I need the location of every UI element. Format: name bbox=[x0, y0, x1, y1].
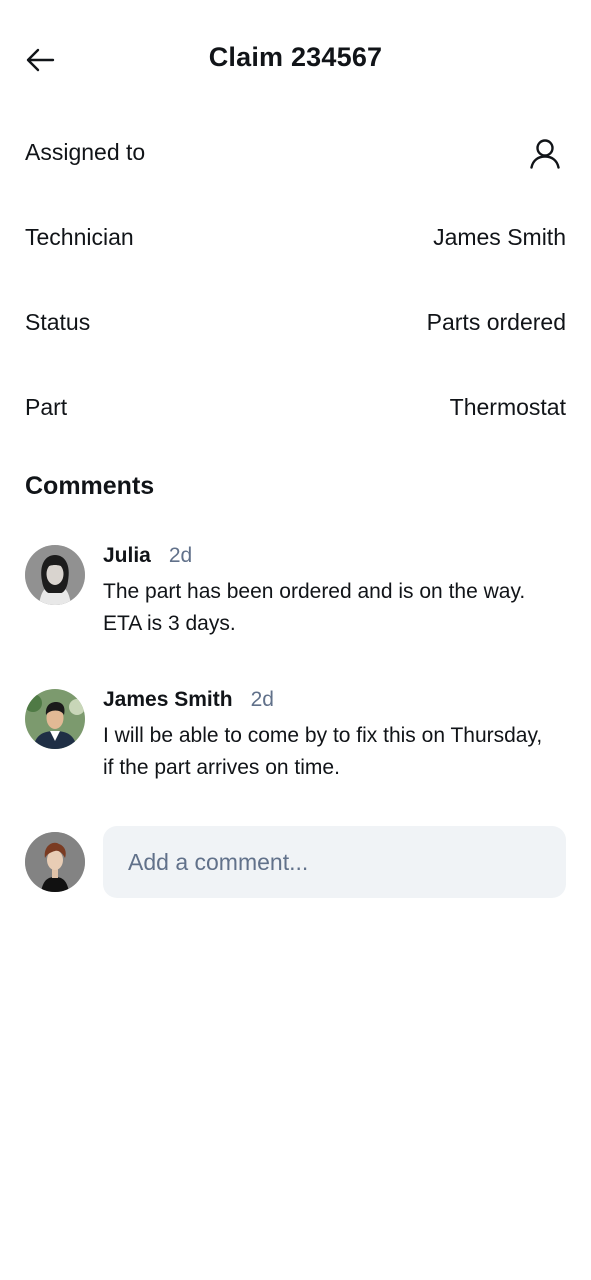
page-title: Claim 234567 bbox=[208, 42, 383, 72]
comment-time: 2d bbox=[250, 688, 274, 711]
claim-details: Assigned to Technician James Smith Statu… bbox=[25, 110, 566, 450]
comment-body: Julia 2d The part has been ordered and i… bbox=[103, 544, 566, 640]
detail-value: Parts ordered bbox=[426, 309, 566, 335]
comment-item: Julia 2d The part has been ordered and i… bbox=[25, 544, 566, 640]
comment-author[interactable]: Julia bbox=[103, 544, 151, 568]
comment-item: James Smith 2d I will be able to come by… bbox=[25, 688, 566, 784]
detail-value: Thermostat bbox=[449, 394, 566, 420]
comment-text: I will be able to come by to fix this on… bbox=[103, 720, 566, 784]
detail-label: Technician bbox=[25, 224, 134, 250]
avatar[interactable] bbox=[25, 689, 85, 749]
comment-header: James Smith 2d bbox=[103, 688, 566, 718]
comment-text: The part has been ordered and is on the … bbox=[103, 576, 566, 640]
avatar[interactable] bbox=[25, 545, 85, 605]
header: Claim 234567 bbox=[0, 0, 591, 118]
comment-time: 2d bbox=[168, 544, 193, 567]
comment-text-line: ETA is 3 days. bbox=[103, 612, 236, 635]
assign-user-button[interactable] bbox=[527, 135, 563, 171]
detail-row-part: Part Thermostat bbox=[25, 365, 566, 450]
detail-row-technician: Technician James Smith bbox=[25, 195, 566, 280]
comment-input[interactable] bbox=[103, 826, 566, 898]
detail-value: James Smith bbox=[433, 224, 566, 250]
detail-row-status: Status Parts ordered bbox=[25, 280, 566, 365]
current-user-avatar[interactable] bbox=[25, 832, 85, 892]
detail-label: Status bbox=[25, 309, 91, 335]
comment-text-line: if the part arrives on time. bbox=[103, 756, 340, 779]
user-icon bbox=[530, 138, 560, 169]
comment-author[interactable]: James Smith bbox=[103, 688, 233, 712]
comments-heading: Comments bbox=[25, 472, 155, 500]
comment-body: James Smith 2d I will be able to come by… bbox=[103, 688, 566, 784]
detail-label: Part bbox=[25, 394, 68, 420]
detail-row-assigned-to: Assigned to bbox=[25, 110, 566, 195]
detail-label: Assigned to bbox=[25, 139, 146, 165]
comment-text-line: The part has been ordered and is on the … bbox=[103, 580, 526, 603]
comment-text-line: I will be able to come by to fix this on… bbox=[103, 724, 543, 747]
comment-header: Julia 2d bbox=[103, 544, 566, 574]
comment-composer bbox=[25, 826, 566, 898]
